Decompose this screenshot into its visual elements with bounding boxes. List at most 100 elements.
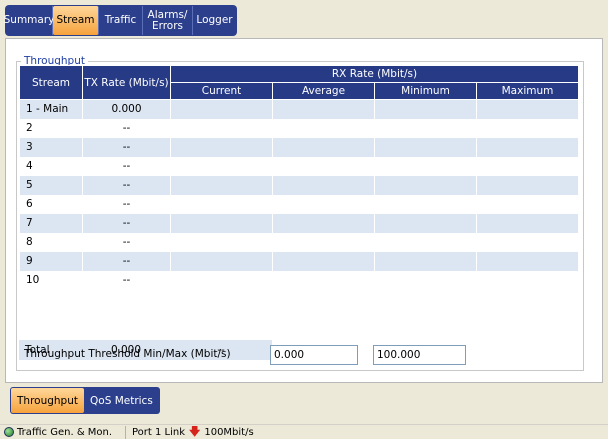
stream-panel: Throughput Stream TX Rate (Mbit/s) RX Ra… (5, 38, 603, 383)
port-speed: 100Mbit/s (204, 426, 254, 438)
stream-cell: 4 (19, 156, 83, 176)
current-cell (170, 137, 273, 157)
average-cell (272, 232, 375, 252)
table-row: 10 -- (19, 270, 579, 290)
header-maximum: Maximum (476, 82, 579, 100)
minimum-cell (374, 118, 477, 138)
minimum-cell (374, 251, 477, 271)
tx-cell: 0.000 (82, 99, 171, 119)
average-cell (272, 270, 375, 290)
table-row: 9 -- (19, 251, 579, 271)
maximum-cell (476, 156, 579, 176)
traffic-gen-icon (4, 427, 14, 437)
tab-qos-metrics[interactable]: QoS Metrics (84, 388, 159, 413)
header-stream: Stream (19, 65, 83, 100)
status-mode-label: Traffic Gen. & Mon. (17, 426, 113, 438)
minimum-cell (374, 194, 477, 214)
header-rx-rate: RX Rate (Mbit/s) (170, 65, 579, 83)
table-row: 3 -- (19, 137, 579, 157)
average-cell (272, 194, 375, 214)
current-cell (170, 213, 273, 233)
average-cell (272, 99, 375, 119)
average-cell (272, 251, 375, 271)
status-port: Port 1 Link 🡇 100Mbit/s (126, 424, 254, 439)
maximum-cell (476, 251, 579, 271)
tx-cell: -- (82, 251, 171, 271)
table-row: 6 -- (19, 194, 579, 214)
top-tab-bar: Summary Stream Traffic Alarms/ Errors Lo… (4, 5, 237, 36)
header-tx-rate: TX Rate (Mbit/s) (82, 65, 171, 100)
maximum-cell (476, 194, 579, 214)
tab-alarms-errors[interactable]: Alarms/ Errors (143, 6, 193, 35)
tx-cell: -- (82, 232, 171, 252)
minimum-cell (374, 213, 477, 233)
arrow-down-icon: 🡇 (189, 424, 201, 438)
current-cell (170, 232, 273, 252)
stream-cell: 9 (19, 251, 83, 271)
header-current: Current (170, 82, 273, 100)
stream-cell: 2 (19, 118, 83, 138)
threshold-max-input[interactable]: 100.000 (373, 345, 466, 365)
average-cell (272, 118, 375, 138)
tx-cell: -- (82, 270, 171, 290)
maximum-cell (476, 232, 579, 252)
minimum-cell (374, 232, 477, 252)
maximum-cell (476, 270, 579, 290)
stream-cell: 10 (19, 270, 83, 290)
stream-cell: 8 (19, 232, 83, 252)
table-row: 8 -- (19, 232, 579, 252)
stream-cell: 3 (19, 137, 83, 157)
average-cell (272, 137, 375, 157)
maximum-cell (476, 213, 579, 233)
minimum-cell (374, 156, 477, 176)
average-cell (272, 213, 375, 233)
threshold-min-input[interactable]: 0.000 (270, 345, 358, 365)
bottom-tab-bar: Throughput QoS Metrics (10, 387, 160, 414)
current-cell (170, 156, 273, 176)
threshold-label: Throughput Threshold Min/Max (Mbit/s) (24, 348, 231, 360)
tab-summary[interactable]: Summary (4, 6, 54, 35)
current-cell (170, 270, 273, 290)
average-cell (272, 175, 375, 195)
minimum-cell (374, 270, 477, 290)
tx-cell: -- (82, 118, 171, 138)
tx-cell: -- (82, 175, 171, 195)
tx-cell: -- (82, 213, 171, 233)
table-row: 5 -- (19, 175, 579, 195)
table-row: 4 -- (19, 156, 579, 176)
current-cell (170, 118, 273, 138)
throughput-table: Stream TX Rate (Mbit/s) RX Rate (Mbit/s)… (19, 65, 579, 290)
maximum-cell (476, 175, 579, 195)
status-mode: Traffic Gen. & Mon. (0, 425, 126, 439)
current-cell (170, 99, 273, 119)
header-average: Average (272, 82, 375, 100)
table-row: 2 -- (19, 118, 579, 138)
header-minimum: Minimum (374, 82, 477, 100)
tab-throughput[interactable]: Throughput (11, 388, 84, 413)
throughput-group: Throughput Stream TX Rate (Mbit/s) RX Ra… (16, 55, 584, 371)
stream-cell: 1 - Main (19, 99, 83, 119)
tx-cell: -- (82, 194, 171, 214)
table-row: 1 - Main 0.000 (19, 99, 579, 119)
minimum-cell (374, 175, 477, 195)
table-row: 7 -- (19, 213, 579, 233)
minimum-cell (374, 99, 477, 119)
status-bar: Traffic Gen. & Mon. Port 1 Link 🡇 100Mbi… (0, 424, 608, 439)
stream-cell: 7 (19, 213, 83, 233)
port-label: Port 1 Link (132, 426, 186, 438)
tab-stream[interactable]: Stream (53, 6, 99, 35)
stream-cell: 6 (19, 194, 83, 214)
current-cell (170, 251, 273, 271)
maximum-cell (476, 137, 579, 157)
tx-cell: -- (82, 137, 171, 157)
current-cell (170, 175, 273, 195)
maximum-cell (476, 99, 579, 119)
average-cell (272, 156, 375, 176)
tab-logger[interactable]: Logger (193, 6, 236, 35)
current-cell (170, 194, 273, 214)
tab-traffic[interactable]: Traffic (99, 6, 143, 35)
minimum-cell (374, 137, 477, 157)
maximum-cell (476, 118, 579, 138)
stream-cell: 5 (19, 175, 83, 195)
tx-cell: -- (82, 156, 171, 176)
